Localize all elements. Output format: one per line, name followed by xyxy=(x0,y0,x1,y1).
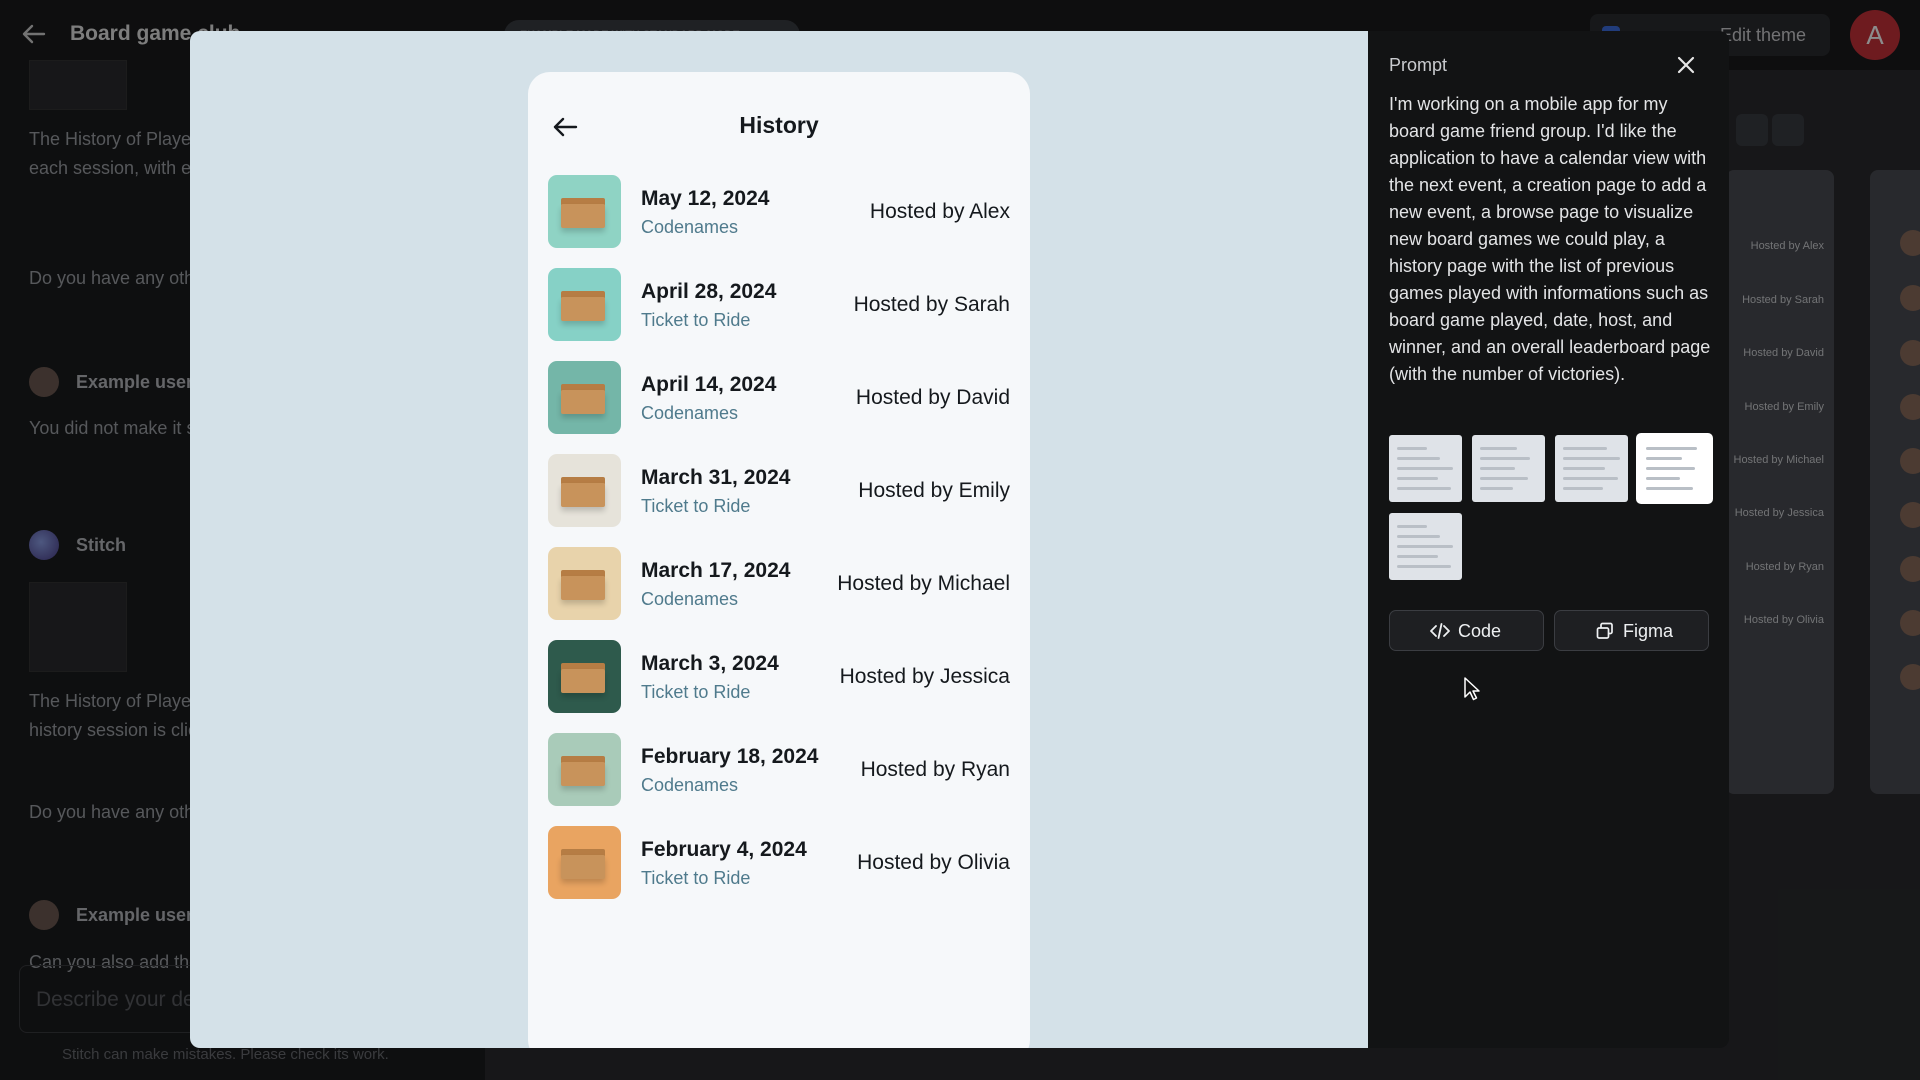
history-session-item[interactable]: March 31, 2024 Ticket to Ride Hosted by Em… xyxy=(548,454,1010,547)
thumbnail-line xyxy=(1646,487,1693,490)
history-session-item[interactable]: March 3, 2024 Ticket to Ride Hosted by Jes… xyxy=(548,640,1010,733)
session-host: Hosted by Alex xyxy=(869,200,1010,223)
session-date: February 18, 2024 xyxy=(641,745,819,768)
session-host: Hosted by Michael xyxy=(837,572,1010,595)
session-host: Hosted by Jessica xyxy=(839,665,1010,688)
thumbnail-line xyxy=(1646,477,1680,480)
game-box-image xyxy=(548,175,621,248)
thumbnail-history-screen[interactable] xyxy=(1638,435,1711,502)
history-session-item[interactable]: February 18, 2024 Codenames Hosted by Ryan xyxy=(548,733,1010,826)
game-box xyxy=(561,297,605,321)
thumbnail-line xyxy=(1480,477,1528,480)
session-game: Codenames xyxy=(641,403,739,423)
session-date: February 4, 2024 xyxy=(641,838,807,861)
game-box-image xyxy=(548,268,621,341)
game-box-image xyxy=(548,733,621,806)
page-title: History xyxy=(739,112,819,138)
session-game: Codenames xyxy=(641,217,739,237)
figma-button[interactable]: Figma xyxy=(1554,610,1709,651)
game-box-image xyxy=(548,454,621,527)
game-box xyxy=(561,483,605,507)
thumbnail-line xyxy=(1563,467,1605,470)
history-session-item[interactable]: March 17, 2024 Codenames Hosted by Michael xyxy=(548,547,1010,640)
history-session-item[interactable]: April 14, 2024 Codenames Hosted by David xyxy=(548,361,1010,454)
history-list: May 12, 2024 Codenames Hosted by Alex April… xyxy=(548,175,1010,919)
thumbnail-line xyxy=(1480,487,1513,490)
thumbnail-line xyxy=(1397,457,1440,460)
thumbnail-line xyxy=(1397,447,1427,450)
game-box-image xyxy=(548,640,621,713)
code-button-label: Code xyxy=(1458,621,1502,641)
prompt-text: I'm working on a mobile app for my board… xyxy=(1389,94,1711,384)
prompt-panel: Prompt I'm working on a mobile app for m… xyxy=(1368,31,1729,1048)
mouse-cursor-icon xyxy=(1463,676,1481,702)
copy-icon xyxy=(1595,622,1615,640)
session-date: April 14, 2024 xyxy=(641,373,777,396)
session-host: Hosted by Olivia xyxy=(857,851,1010,874)
thumbnail-line xyxy=(1563,457,1620,460)
thumbnail-calendar-screen[interactable] xyxy=(1472,435,1545,502)
code-button[interactable]: Code xyxy=(1389,610,1544,651)
code-icon xyxy=(1430,622,1450,640)
panel-label: Prompt xyxy=(1389,55,1448,75)
thumbnail-line xyxy=(1397,565,1451,568)
thumbnail-line xyxy=(1480,457,1530,460)
thumbnail-line xyxy=(1563,487,1603,490)
thumbnail-line xyxy=(1646,467,1695,470)
thumbnail-browse-screen[interactable] xyxy=(1555,435,1628,502)
history-session-item[interactable]: May 12, 2024 Codenames Hosted by Alex xyxy=(548,175,1010,268)
session-game: Codenames xyxy=(641,589,739,609)
session-date: April 28, 2024 xyxy=(641,280,777,303)
session-game: Ticket to Ride xyxy=(641,868,751,888)
history-session-item[interactable]: April 28, 2024 Ticket to Ride Hosted by Sa… xyxy=(548,268,1010,361)
session-host: Hosted by Ryan xyxy=(860,758,1010,781)
session-date: March 17, 2024 xyxy=(641,559,791,582)
session-date: May 12, 2024 xyxy=(641,187,770,210)
preview-modal: History May 12, 2024 Codenames Hosted by A… xyxy=(190,31,1729,1048)
screen-preview: History May 12, 2024 Codenames Hosted by A… xyxy=(190,31,1368,1048)
thumbnail-line xyxy=(1480,467,1515,470)
app-root: Board game club EXAMPLE MADE WITH STANDA… xyxy=(0,0,1920,1080)
game-box-image xyxy=(548,547,621,620)
session-date: March 3, 2024 xyxy=(641,652,779,675)
game-box xyxy=(561,390,605,414)
game-box xyxy=(561,762,605,786)
game-box xyxy=(561,204,605,228)
thumbnail-line xyxy=(1397,535,1440,538)
thumbnail-line xyxy=(1397,525,1427,528)
session-date: March 31, 2024 xyxy=(641,466,791,489)
session-game: Ticket to Ride xyxy=(641,310,751,330)
thumbnail-line xyxy=(1397,467,1453,470)
close-icon[interactable] xyxy=(1674,53,1698,77)
thumbnail-leaderboard-screen[interactable] xyxy=(1389,513,1462,580)
thumbnail-line xyxy=(1397,487,1451,490)
thumbnail-home-screen[interactable] xyxy=(1389,435,1462,502)
history-session-item[interactable]: February 4, 2024 Ticket to Ride Hosted by … xyxy=(548,826,1010,919)
phone-screen: History May 12, 2024 Codenames Hosted by A… xyxy=(528,72,1030,1048)
game-box-image xyxy=(548,361,621,434)
session-game: Ticket to Ride xyxy=(641,682,751,702)
session-host: Hosted by Sarah xyxy=(853,293,1010,316)
thumbnail-line xyxy=(1646,457,1682,460)
thumbnail-line xyxy=(1563,447,1607,450)
thumbnail-line xyxy=(1397,545,1453,548)
session-game: Ticket to Ride xyxy=(641,496,751,516)
thumbnail-line xyxy=(1646,447,1697,450)
thumbnail-line xyxy=(1397,555,1438,558)
session-host: Hosted by Emily xyxy=(858,479,1010,502)
game-box xyxy=(561,669,605,693)
game-box xyxy=(561,855,605,879)
game-box xyxy=(561,576,605,600)
thumbnail-line xyxy=(1397,477,1438,480)
game-box-image xyxy=(548,826,621,899)
thumbnail-line xyxy=(1480,447,1517,450)
session-game: Codenames xyxy=(641,775,739,795)
thumbnail-line xyxy=(1563,477,1618,480)
figma-button-label: Figma xyxy=(1623,621,1674,641)
session-host: Hosted by David xyxy=(855,386,1010,409)
